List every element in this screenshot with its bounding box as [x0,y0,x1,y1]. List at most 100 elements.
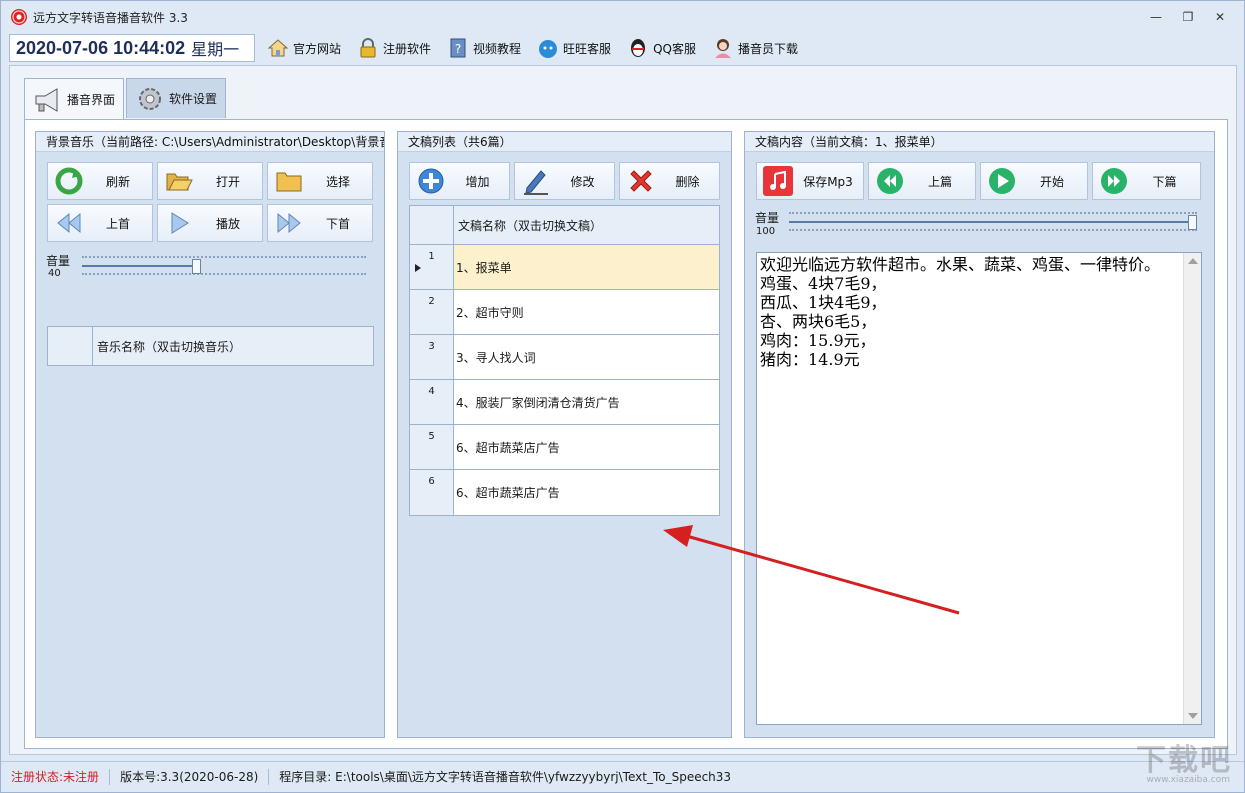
doc-table-header: 文稿名称（双击切换文稿） [410,206,719,245]
status-bar: 注册状态:未注册 版本号:3.3(2020-06-28) 程序目录: E:\to… [1,761,1244,792]
play-button[interactable]: 播放 [157,204,263,242]
previous-doc-button[interactable]: 上篇 [868,162,976,200]
video-tutorial-label: 视频教程 [473,41,522,56]
save-mp3-label: 保存Mp3 [803,174,853,189]
main-frame: 播音界面 软件设置 背景音乐（当前路径: C:\Users\Administra… [9,65,1237,755]
tab-broadcast[interactable]: 播音界面 [24,78,125,120]
editor-scrollbar[interactable] [1183,253,1201,724]
slider-thumb[interactable] [1188,215,1197,230]
music-list-name-header[interactable]: 音乐名称（双击切换音乐） [93,327,373,365]
wangwang-support-link[interactable]: 旺旺客服 [533,34,615,62]
weekday-text: 星期一 [191,40,240,59]
tab-settings[interactable]: 软件设置 [126,78,227,118]
open-button[interactable]: 打开 [157,162,263,200]
content-panel: 文稿内容（当前文稿：1、报菜单） 保存Mp3 上篇 开始 下篇 音量 100 欢… [744,131,1215,738]
official-site-link[interactable]: 官方网站 [263,34,345,62]
folder-icon [276,172,302,192]
doc-table-name-header[interactable]: 文稿名称（双击切换文稿） [454,206,719,244]
video-tutorial-link[interactable]: ? 视频教程 [443,34,525,62]
refresh-button[interactable]: 刷新 [47,162,153,200]
music-panel-title: 背景音乐（当前路径: C:\Users\Administrator\Deskto… [36,132,384,152]
table-row[interactable]: 3 3、寻人找人词 [410,335,719,380]
edit-doc-button[interactable]: 修改 [514,162,615,200]
program-directory: 程序目录: E:\tools\桌面\远方文字转语音播音软件\yfwzzyybyr… [279,770,732,784]
add-doc-button[interactable]: 增加 [409,162,510,200]
row-name[interactable]: 1、报菜单 [454,245,719,289]
window-title: 远方文字转语音播音软件 3.3 [33,10,188,25]
svg-text:?: ? [455,42,461,56]
home-icon [267,39,289,57]
minimize-button[interactable]: — [1140,7,1172,27]
register-link[interactable]: 注册软件 [353,34,435,62]
tab-content: 背景音乐（当前路径: C:\Users\Administrator\Deskto… [24,119,1228,749]
start-button[interactable]: 开始 [980,162,1088,200]
next-track-button[interactable]: 下首 [267,204,373,242]
slider-fill [789,221,1192,223]
qq-support-link[interactable]: QQ客服 [623,34,700,62]
table-row[interactable]: 4 4、服装厂家倒闭清仓清货广告 [410,380,719,425]
row-number: 6 [410,470,454,515]
slider-ticks-top [789,212,1197,214]
play-label: 播放 [215,216,240,231]
select-button[interactable]: 选择 [267,162,373,200]
next-track-label: 下首 [325,216,350,231]
scroll-down-icon[interactable] [1188,713,1198,719]
save-mp3-button[interactable]: 保存Mp3 [756,162,864,200]
music-panel: 背景音乐（当前路径: C:\Users\Administrator\Deskto… [35,131,385,738]
speech-volume-slider[interactable] [789,212,1197,232]
next-doc-button[interactable]: 下篇 [1092,162,1201,200]
datetime-display: 2020-07-06 10:44:02 星期一 [9,34,255,62]
close-button[interactable]: ✕ [1204,7,1236,27]
announcer-download-link[interactable]: 播音员下载 [708,34,802,62]
row-number: 5 [410,425,454,469]
speech-volume-value: 100 [756,226,776,237]
previous-doc-label: 上篇 [927,174,952,189]
scroll-up-icon[interactable] [1188,258,1198,264]
table-row[interactable]: 2 2、超市守则 [410,290,719,335]
next-doc-label: 下篇 [1152,174,1177,189]
content-panel-title: 文稿内容（当前文稿：1、报菜单） [745,132,1214,152]
doc-text-content[interactable]: 欢迎光临远方软件超市。水果、蔬菜、鸡蛋、一律特价。 鸡蛋、4块7毛9， 西瓜、1… [760,255,1177,369]
music-volume-slider[interactable] [82,256,366,276]
restore-button[interactable]: ❐ [1172,7,1204,27]
slider-fill [82,265,196,267]
add-doc-label: 增加 [465,174,490,189]
delete-doc-button[interactable]: 删除 [619,162,720,200]
start-label: 开始 [1039,174,1064,189]
previous-track-label: 上首 [105,216,130,231]
table-row[interactable]: 6 6、超市蔬菜店广告 [410,470,719,515]
next-icon [277,212,301,234]
row-name[interactable]: 6、超市蔬菜店广告 [454,425,719,469]
lock-icon [360,38,376,58]
music-volume-label: 音量 [46,254,71,268]
table-row[interactable]: 5 6、超市蔬菜店广告 [410,425,719,470]
row-name[interactable]: 3、寻人找人词 [454,335,719,379]
tab-bar: 播音界面 软件设置 [24,78,228,120]
version-info: 版本号:3.3(2020-06-28) [110,769,270,785]
slider-thumb[interactable] [192,259,201,274]
title-bar: 远方文字转语音播音软件 3.3 — ❐ ✕ [1,1,1244,33]
music-list-index-header [48,327,93,365]
refresh-icon [55,167,83,195]
doc-text-editor[interactable]: 欢迎光临远方软件超市。水果、蔬菜、鸡蛋、一律特价。 鸡蛋、4块7毛9， 西瓜、1… [756,252,1202,725]
music-list-header: 音乐名称（双击切换音乐） [47,326,374,366]
row-name[interactable]: 4、服装厂家倒闭清仓清货广告 [454,380,719,424]
row-name[interactable]: 2、超市守则 [454,290,719,334]
wangwang-icon [539,40,558,58]
qq-support-label: QQ客服 [653,41,696,56]
doc-table: 文稿名称（双击切换文稿） 1 1、报菜单 2 2、超市守则 3 3、寻人找人词 [409,205,720,516]
previous-track-button[interactable]: 上首 [47,204,153,242]
delete-doc-label: 删除 [675,174,700,189]
play-icon [171,212,189,234]
select-label: 选择 [325,174,350,189]
watermark-logo: 下载吧 [1136,743,1232,778]
table-row[interactable]: 1 1、报菜单 [410,245,719,290]
pencil-icon [524,170,548,195]
app-window: 远方文字转语音播音软件 3.3 — ❐ ✕ 2020-07-06 10:44:0… [0,0,1245,793]
announcer-icon [714,39,731,58]
row-name[interactable]: 6、超市蔬菜店广告 [454,470,719,515]
qq-penguin-icon [631,39,646,57]
register-label: 注册软件 [383,41,432,56]
slider-ticks-bottom [789,229,1197,231]
music-volume-value: 40 [48,268,61,279]
